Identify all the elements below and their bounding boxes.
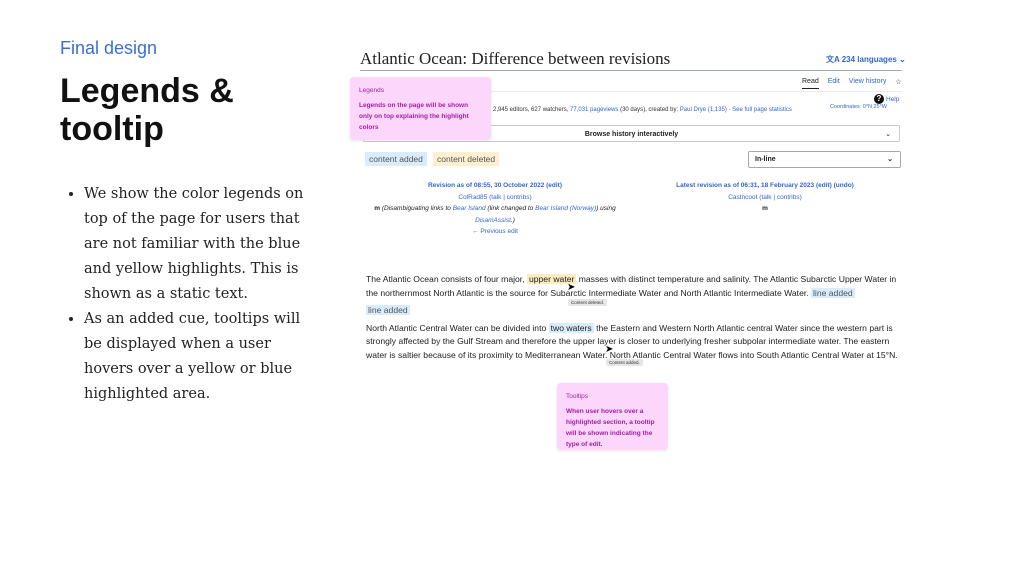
divider (360, 70, 902, 71)
creator-link[interactable]: Paul Drye (680, 107, 706, 113)
help-icon: ? (874, 94, 884, 104)
minor-edit-badge: m (762, 205, 768, 212)
slide-heading: Legends & tooltip (60, 72, 234, 148)
translate-icon: 文A (826, 55, 842, 64)
chevron-down-icon: ⌄ (885, 131, 891, 138)
page-stats: 2,945 editors, 627 watchers, 77,031 page… (493, 107, 792, 113)
slide-kicker: Final design (60, 38, 158, 58)
user-link[interactable]: ColRad85 (458, 194, 487, 201)
previous-edit-link[interactable]: ← Previous edit (360, 226, 630, 238)
languages-button[interactable]: 文A 234 languages ⌄ (826, 54, 906, 65)
star-icon[interactable]: ☆ (895, 78, 901, 89)
help-link[interactable]: ? Help (874, 94, 899, 104)
cursor-icon: ➤ (567, 282, 576, 293)
new-revision-header[interactable]: Latest revision as of 06:31, 18 February… (620, 180, 910, 192)
full-stats-link[interactable]: See full page statistics (732, 107, 792, 113)
tab-edit[interactable]: Edit (828, 78, 840, 89)
page-title: Atlantic Ocean: Difference between revis… (360, 49, 671, 68)
diff-body: The Atlantic Ocean consists of four majo… (366, 274, 898, 360)
user-link[interactable]: Castncoot (728, 194, 757, 201)
added-line[interactable]: line added (366, 305, 410, 315)
bullet-item: We show the color legends on top of the … (84, 182, 304, 307)
new-revision-info: Latest revision as of 06:31, 18 February… (620, 180, 910, 215)
legends-callout: Legends Legends on the page will be show… (350, 77, 491, 140)
tooltips-callout: Tooltips When user hovers over a highlig… (557, 383, 668, 450)
added-highlight[interactable]: two waters (548, 322, 594, 333)
legend-content-deleted: content deleted (433, 152, 500, 166)
chevron-down-icon: ⌄ (887, 156, 893, 163)
view-mode-select[interactable]: In-line ⌄ (748, 151, 901, 168)
old-revision-header[interactable]: Revision as of 08:55, 30 October 2022 (e… (360, 180, 630, 192)
tab-read[interactable]: Read (802, 78, 819, 89)
cursor-icon: ➤ (605, 344, 614, 355)
chevron-down-icon: ⌄ (899, 55, 906, 64)
old-revision-info: Revision as of 08:55, 30 October 2022 (e… (360, 180, 630, 238)
tooltip-added: Content added. (606, 359, 643, 366)
coordinates-link[interactable]: Coordinates: 0°N 25°W (830, 104, 887, 110)
pageviews-link[interactable]: 77,031 pageviews (570, 107, 618, 113)
tab-view-history[interactable]: View history (849, 78, 887, 89)
added-highlight[interactable]: line added (811, 287, 855, 298)
page-tabs: Read Edit View history ☆ (802, 78, 902, 89)
tooltip-deleted: Content deleted. (568, 299, 608, 306)
legend-content-added: content added (365, 152, 427, 166)
bullet-item: As an added cue, tooltips will be displa… (84, 307, 304, 407)
bullet-list: We show the color legends on top of the … (66, 182, 304, 407)
